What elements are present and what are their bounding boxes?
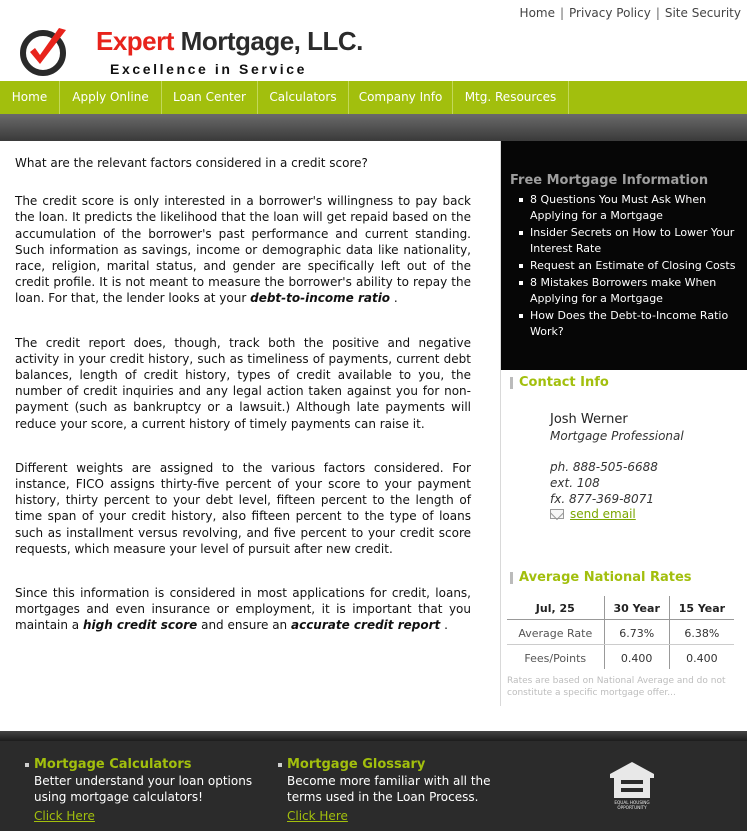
rates-note: Rates are based on National Average and … [507, 676, 726, 698]
brand-name[interactable]: Expert Mortgage, LLC. [96, 26, 363, 57]
nav-calculators[interactable]: Calculators [258, 81, 349, 114]
nav-home[interactable]: Home [0, 81, 60, 114]
article-paragraph: The credit score is only interested in a… [15, 194, 471, 306]
top-link-security[interactable]: Site Security [665, 6, 741, 20]
footer-glossary-link[interactable]: Click Here [287, 809, 348, 823]
free-info-link[interactable]: Insider Secrets on How to Lower Your Int… [510, 225, 739, 257]
free-info-list: 8 Questions You Must Ask When Applying f… [510, 192, 739, 340]
footer: Mortgage Calculators Better understand y… [0, 731, 747, 831]
rates-col-15: 15 Year [668, 596, 734, 620]
footer-glossary: Mortgage Glossary Become more familiar w… [278, 757, 508, 824]
nav-company-info[interactable]: Company Info [349, 81, 453, 114]
nav-mtg-resources[interactable]: Mtg. Resources [453, 81, 569, 114]
footer-calculators-text: Better understand your loan options usin… [34, 774, 253, 804]
article-question: What are the relevant factors considered… [15, 156, 368, 170]
rates-title: Average National Rates [501, 570, 747, 585]
free-info-link[interactable]: How Does the Debt-to-Income Ratio Work? [510, 308, 739, 340]
free-info-link[interactable]: Request an Estimate of Closing Costs [510, 258, 739, 274]
contact-ext: ext. 108 [550, 476, 600, 490]
free-info-box: Free Mortgage Information 8 Questions Yo… [501, 141, 747, 370]
rate-label: Fees/Points [524, 652, 587, 665]
free-info-link[interactable]: 8 Questions You Must Ask When Applying f… [510, 192, 739, 224]
rate-label: Average Rate [507, 619, 605, 645]
nav-loan-center[interactable]: Loan Center [162, 81, 258, 114]
tagline: Excellence in Service [110, 61, 308, 77]
footer-glossary-text: Become more familiar with all the terms … [287, 774, 491, 804]
brand-part-2: Mortgage, LLC. [180, 26, 364, 56]
contact-fax: fx. 877-369-8071 [550, 492, 654, 506]
rate-value: 0.400 [668, 644, 734, 669]
top-links: Home | Privacy Policy | Site Security [520, 6, 741, 20]
rates-box: Average National Rates Jul, 25 30 Year 1… [501, 570, 747, 699]
article: What are the relevant factors considered… [15, 155, 471, 650]
brand-part-1: Expert [96, 26, 174, 56]
rates-col-30: 30 Year [603, 596, 670, 620]
footer-calculators-title: Mortgage Calculators [25, 757, 255, 772]
separator: | [559, 6, 565, 20]
article-paragraph: Different weights are assigned to the va… [15, 460, 471, 556]
contact-role: Mortgage Professional [550, 429, 684, 443]
contact-info: Contact Info Josh Werner Mortgage Profes… [501, 375, 747, 521]
rate-value: 0.400 [603, 644, 670, 669]
rates-date: Jul, 25 [507, 596, 605, 620]
footer-glossary-title: Mortgage Glossary [278, 757, 508, 772]
main-nav: Home Apply Online Loan Center Calculator… [0, 81, 747, 114]
header-band [0, 114, 747, 141]
contact-name: Josh Werner [550, 412, 628, 427]
free-info-link[interactable]: 8 Mistakes Borrowers make When Applying … [510, 275, 739, 307]
footer-topline [0, 731, 747, 741]
free-info-title: Free Mortgage Information [510, 173, 709, 188]
envelope-icon [550, 509, 564, 519]
rates-table: Jul, 25 30 Year 15 Year Average Rate 6.7… [507, 596, 734, 669]
send-email-link[interactable]: send email [570, 507, 636, 521]
separator: | [655, 6, 660, 20]
footer-calculators: Mortgage Calculators Better understand y… [25, 757, 255, 824]
top-link-home[interactable]: Home [520, 6, 555, 20]
nav-apply-online[interactable]: Apply Online [60, 81, 162, 114]
article-paragraph: The credit report does, though, track bo… [15, 335, 471, 431]
eho-line2: OPPORTUNITY [617, 805, 647, 810]
rate-value: 6.73% [603, 619, 670, 645]
rate-value: 6.38% [668, 619, 734, 645]
footer-calculators-link[interactable]: Click Here [34, 809, 95, 823]
equal-housing-icon: EQUAL HOUSING OPPORTUNITY [610, 762, 654, 810]
contact-phone: ph. 888-505-6688 [550, 460, 658, 474]
checkmark-logo-icon[interactable] [18, 24, 72, 78]
article-paragraph: Since this information is considered in … [15, 586, 471, 633]
contact-title: Contact Info [501, 375, 747, 390]
send-email: send email [550, 507, 747, 521]
sidebar: Free Mortgage Information 8 Questions Yo… [501, 141, 747, 698]
top-link-privacy[interactable]: Privacy Policy [569, 6, 651, 20]
